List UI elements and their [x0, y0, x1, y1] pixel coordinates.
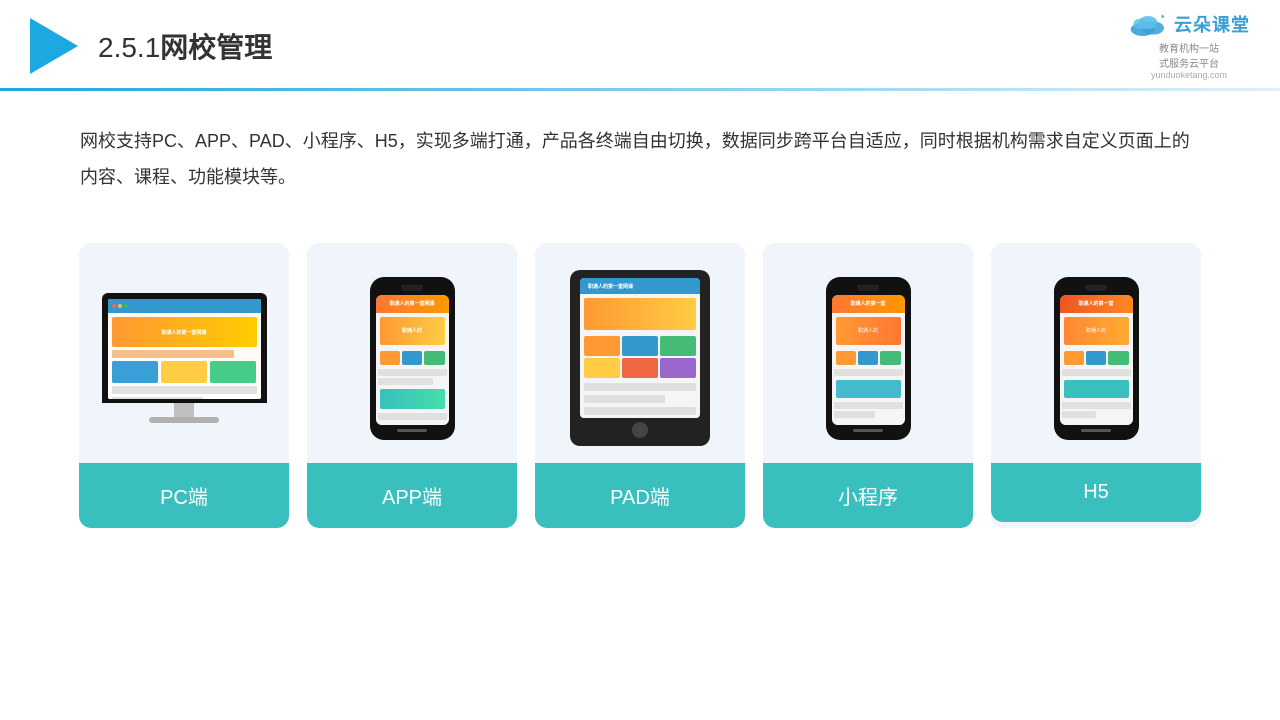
card-miniapp-label: 小程序 — [763, 463, 973, 528]
card-h5-image: 职通人的第一堂 职通人的 — [991, 243, 1201, 463]
tablet-mockup: 职通人的第一堂网课 — [570, 270, 710, 446]
phone-app-mockup: 职通人的第一堂网课 职通人的 — [370, 277, 455, 440]
description-text: 网校支持PC、APP、PAD、小程序、H5，实现多端打通，产品各终端自由切换，数… — [0, 91, 1280, 205]
phone-h5-mockup: 职通人的第一堂 职通人的 — [1054, 277, 1139, 440]
card-h5-label: H5 — [991, 463, 1201, 522]
card-pc-label: PC端 — [79, 463, 289, 528]
cloud-logo-icon — [1128, 10, 1168, 38]
card-h5: 职通人的第一堂 职通人的 — [991, 243, 1201, 528]
logo-text: 云朵课堂 — [1174, 11, 1250, 37]
card-pad: 职通人的第一堂网课 — [535, 243, 745, 528]
device-cards-container: 职通人的第一堂网课 — [0, 215, 1280, 558]
logo-url: yunduoketang.com — [1151, 70, 1227, 80]
card-miniapp-image: 职通人的第一堂 职通人的 — [763, 243, 973, 463]
card-app-image: 职通人的第一堂网课 职通人的 — [307, 243, 517, 463]
card-pc-image: 职通人的第一堂网课 — [79, 243, 289, 463]
phone-h5-notch — [1085, 285, 1107, 291]
phone-miniapp-mockup: 职通人的第一堂 职通人的 — [826, 277, 911, 440]
phone-h5-home — [1081, 429, 1111, 432]
card-app-label: APP端 — [307, 463, 517, 528]
phone-miniapp-home — [853, 429, 883, 432]
card-miniapp: 职通人的第一堂 职通人的 — [763, 243, 973, 528]
card-pad-image: 职通人的第一堂网课 — [535, 243, 745, 463]
logo-subtitle: 教育机构一站 式服务云平台 — [1159, 40, 1219, 70]
tablet-home-btn — [632, 422, 648, 438]
brand-logo: 云朵课堂 教育机构一站 式服务云平台 yunduoketang.com — [1128, 10, 1250, 80]
page-title: 2.5.12.5.1网校管理网校管理 — [98, 26, 272, 66]
card-pc: 职通人的第一堂网课 — [79, 243, 289, 528]
card-pad-label: PAD端 — [535, 463, 745, 528]
logo-triangle-icon — [30, 18, 78, 74]
pc-mockup: 职通人的第一堂网课 — [99, 293, 269, 423]
phone-notch — [401, 285, 423, 291]
phone-home-indicator — [397, 429, 427, 432]
phone-miniapp-notch — [857, 285, 879, 291]
card-app: 职通人的第一堂网课 职通人的 — [307, 243, 517, 528]
header: 2.5.12.5.1网校管理网校管理 云朵课堂 教育机构一站 式服务云平台 yu… — [0, 0, 1280, 74]
